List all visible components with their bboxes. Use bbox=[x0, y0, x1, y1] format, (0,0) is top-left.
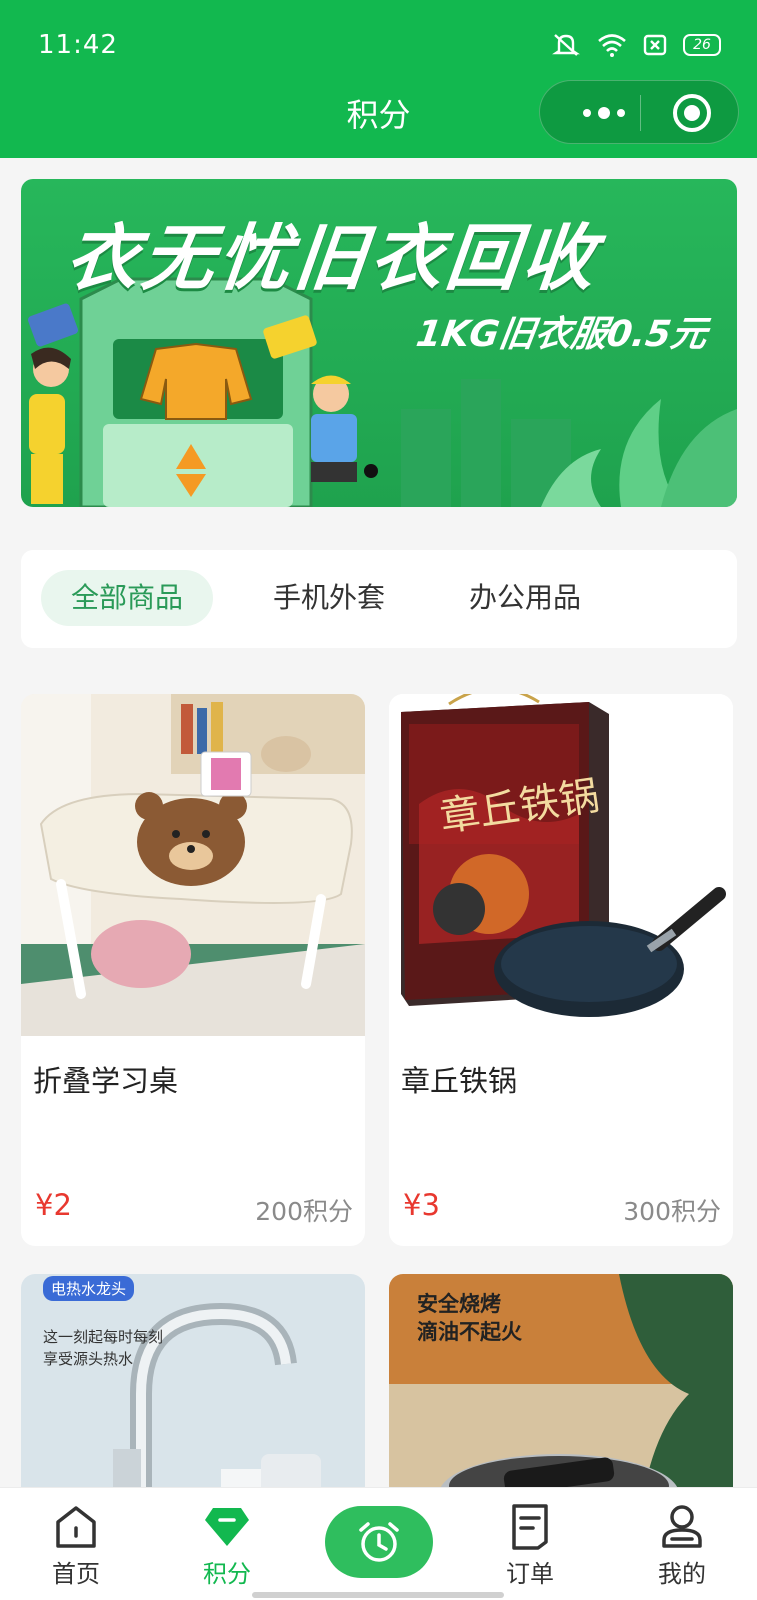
tabbar-item-points[interactable]: 积分 bbox=[172, 1488, 282, 1600]
tab-all-products[interactable]: 全部商品 bbox=[41, 570, 214, 626]
diamond-icon bbox=[205, 1508, 249, 1546]
header: 11:42 26 积分 bbox=[0, 0, 757, 158]
banner-title: 衣无忧旧衣回收 bbox=[61, 216, 603, 300]
mini-program-capsule bbox=[539, 80, 739, 144]
product-price: ¥3 bbox=[403, 1188, 440, 1222]
product-card[interactable]: 折叠学习桌 ¥2 200积分 bbox=[21, 694, 365, 1246]
category-tabs: 全部商品 手机外套 办公用品 bbox=[21, 550, 737, 648]
tabbar-label: 我的 bbox=[658, 1560, 706, 1588]
promo-banner[interactable]: 衣无忧旧衣回收 1KG旧衣服0.5元 bbox=[21, 179, 737, 507]
banner-subtitle: 1KG旧衣服0.5元 bbox=[413, 314, 710, 355]
tabbar-item-mine[interactable]: 我的 bbox=[627, 1488, 737, 1600]
tabbar-item-home[interactable]: 首页 bbox=[21, 1488, 131, 1600]
order-icon bbox=[512, 1504, 548, 1550]
product-card[interactable]: 章丘铁锅 章丘铁锅 ¥3 300积分 bbox=[389, 694, 733, 1246]
tabbar-label: 积分 bbox=[203, 1560, 251, 1588]
sim-icon bbox=[643, 34, 667, 56]
capsule-divider bbox=[640, 95, 641, 131]
close-target-button[interactable] bbox=[673, 94, 711, 132]
image-headline-1: 安全烧烤 bbox=[417, 1292, 501, 1316]
status-bar: 11:42 26 bbox=[0, 0, 757, 90]
image-caption-1: 这一刻起每时每刻 bbox=[43, 1328, 164, 1346]
tabbar-label: 首页 bbox=[52, 1560, 100, 1588]
image-caption-2: 享受源头热水 bbox=[43, 1350, 134, 1368]
product-image-iron-pan: 章丘铁锅 bbox=[389, 694, 733, 1036]
mute-icon bbox=[552, 34, 580, 56]
status-icons: 26 bbox=[551, 32, 721, 58]
product-price: ¥2 bbox=[35, 1188, 72, 1222]
user-icon bbox=[662, 1505, 702, 1548]
home-icon bbox=[56, 1506, 96, 1548]
battery-indicator: 26 bbox=[683, 34, 721, 56]
product-image-folding-desk bbox=[21, 694, 365, 1036]
more-menu-button[interactable] bbox=[568, 81, 640, 145]
status-time: 11:42 bbox=[38, 30, 118, 60]
tabbar-label: 订单 bbox=[506, 1560, 554, 1588]
bottom-tab-bar: 首页 积分 订单 我的 bbox=[0, 1487, 757, 1600]
product-name: 章丘铁锅 bbox=[401, 1064, 518, 1098]
alarm-clock-icon bbox=[359, 1522, 399, 1562]
product-points: 300积分 bbox=[623, 1197, 721, 1226]
product-name: 折叠学习桌 bbox=[33, 1064, 179, 1098]
wifi-icon bbox=[598, 34, 626, 57]
image-headline-2: 滴油不起火 bbox=[417, 1320, 522, 1344]
tabbar-center-button[interactable] bbox=[325, 1506, 433, 1578]
product-points: 200积分 bbox=[255, 1197, 353, 1226]
tab-phone-cases[interactable]: 手机外套 bbox=[243, 570, 415, 626]
tab-office-supplies[interactable]: 办公用品 bbox=[439, 570, 611, 626]
tabbar-item-orders[interactable]: 订单 bbox=[475, 1488, 585, 1600]
image-badge: 电热水龙头 bbox=[43, 1276, 135, 1301]
home-indicator bbox=[252, 1592, 504, 1598]
